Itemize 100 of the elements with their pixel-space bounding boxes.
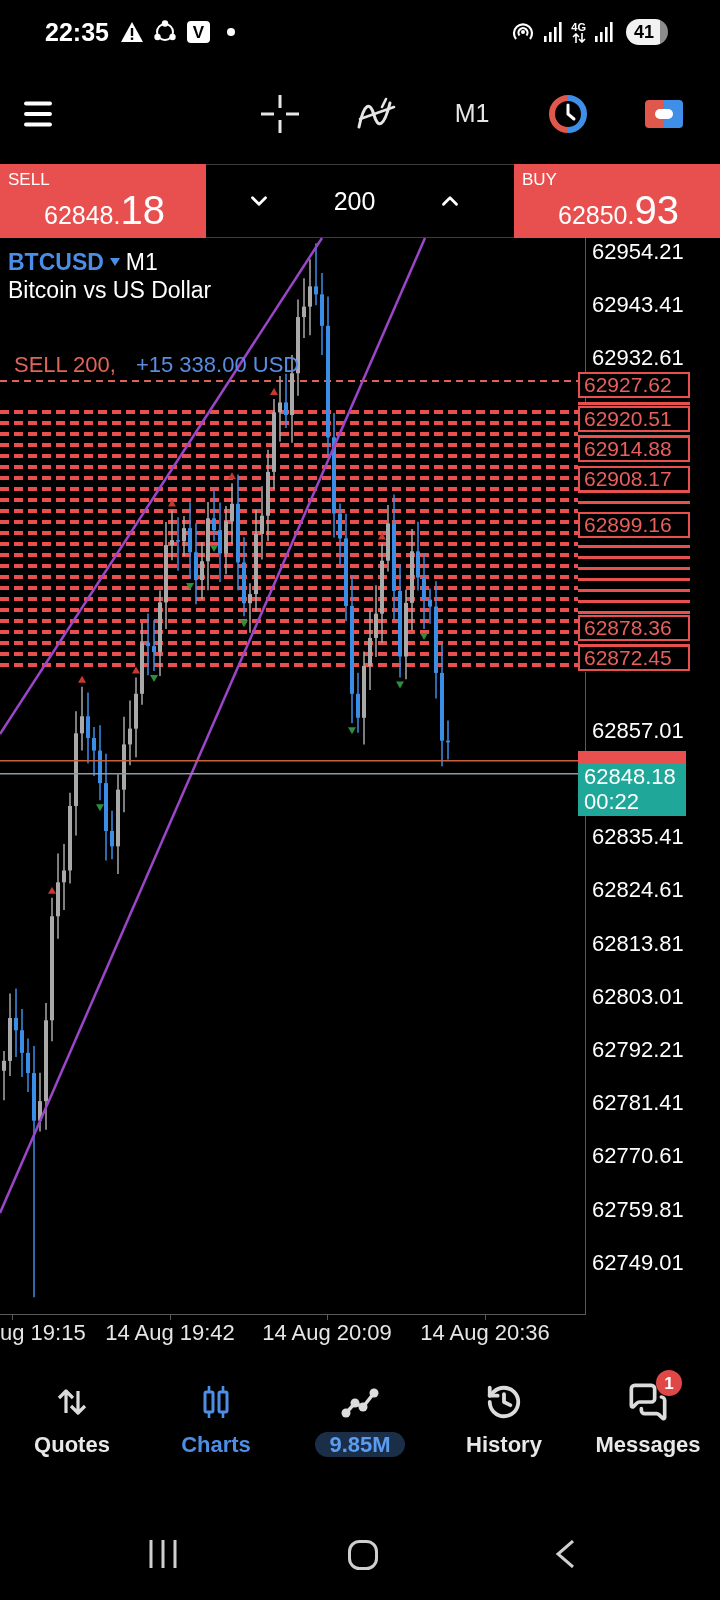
nav-tab[interactable]: Charts xyxy=(144,1366,288,1464)
price-axis-label: 62943.41 xyxy=(592,292,684,319)
down-triangle-marker-icon xyxy=(420,633,428,641)
bid-price: 62848.18 xyxy=(584,764,677,789)
down-triangle-marker-icon xyxy=(96,804,104,812)
nav-tab[interactable]: History xyxy=(432,1366,576,1464)
rising-candle xyxy=(200,541,204,600)
network-type: 4G xyxy=(571,21,586,33)
price-axis-label: 62932.61 xyxy=(592,345,684,372)
price-axis-label: 62813.81 xyxy=(592,930,684,957)
order-price-tag: 62872.45 xyxy=(578,645,690,671)
order-price-tag: 62878.36 xyxy=(578,615,690,641)
rising-candle xyxy=(248,582,252,634)
up-triangle-marker-icon xyxy=(270,388,278,396)
falling-candle xyxy=(92,726,96,777)
price-axis-label: 62954.21 xyxy=(592,239,684,265)
up-triangle-marker-icon xyxy=(168,499,176,507)
price-axis-label: 62824.61 xyxy=(592,877,684,904)
time-axis-label: ug 19:15 xyxy=(0,1320,86,1346)
bar-countdown: 00:22 xyxy=(584,789,641,814)
down-triangle-marker-icon xyxy=(186,583,194,591)
buy-button[interactable]: BUY 62850.93 xyxy=(514,164,720,238)
price-axis-label: 62781.41 xyxy=(592,1090,684,1117)
circular-dots-icon xyxy=(152,20,177,44)
price-axis-label: 62770.61 xyxy=(592,1143,684,1170)
time-axis-label: 14 Aug 20:09 xyxy=(262,1320,392,1346)
falling-candle xyxy=(416,521,420,592)
price-axis-label: 62835.41 xyxy=(592,824,684,851)
down-triangle-marker-icon xyxy=(396,681,404,689)
warning-icon xyxy=(120,22,143,42)
position-label: SELL 200, xyxy=(14,352,116,378)
symbol-selector[interactable]: BTCUSD xyxy=(8,248,120,276)
order-price-tag: 62927.62 xyxy=(578,372,690,398)
symbol-description: Bitcoin vs US Dollar xyxy=(8,276,212,304)
rising-candle xyxy=(224,505,228,576)
falling-candle xyxy=(446,719,450,761)
up-triangle-marker-icon xyxy=(48,886,56,894)
rising-candle xyxy=(2,1050,6,1102)
balance-pill: 9.85M xyxy=(315,1432,405,1457)
falling-candle xyxy=(110,809,114,861)
timeframe-button[interactable]: M1 xyxy=(424,90,520,138)
line-chart-icon xyxy=(341,1386,379,1418)
falling-candle xyxy=(212,489,216,542)
up-triangle-marker-icon xyxy=(228,472,236,480)
up-triangle-marker-icon xyxy=(78,675,86,683)
falling-candle xyxy=(284,372,288,429)
chart-timeframe: M1 xyxy=(125,248,158,276)
falling-candle xyxy=(176,516,180,572)
order-price-tag: 62908.17 xyxy=(578,466,690,492)
nav-tab[interactable]: Quotes xyxy=(0,1366,144,1464)
falling-candle xyxy=(152,619,156,672)
order-price-tag: 62914.88 xyxy=(578,436,690,462)
rising-candle xyxy=(278,375,282,443)
notification-dot-icon xyxy=(226,28,235,36)
back-icon[interactable] xyxy=(555,1540,575,1568)
nav-tab[interactable]: 9.85M xyxy=(288,1366,432,1464)
falling-candle xyxy=(356,671,360,734)
data-arrows-icon xyxy=(571,32,586,43)
volume-field[interactable]: 200 xyxy=(327,184,382,218)
price-axis-label: 62803.01 xyxy=(592,983,684,1010)
down-triangle-marker-icon xyxy=(240,620,248,628)
up-down-arrows-icon xyxy=(56,1386,88,1418)
sell-button[interactable]: SELL 62848.18 xyxy=(0,164,206,238)
candlestick-icon xyxy=(200,1385,232,1419)
app-notification-badge: V xyxy=(186,21,210,43)
down-triangle-marker-icon xyxy=(150,675,158,682)
status-time: 22:35 xyxy=(45,19,109,45)
clock-icon xyxy=(549,95,587,133)
falling-candle xyxy=(14,987,18,1058)
signal-icon xyxy=(595,22,613,42)
rising-candle xyxy=(302,277,306,339)
falling-candle xyxy=(428,587,432,625)
time-axis-label: 14 Aug 20:36 xyxy=(420,1320,550,1346)
falling-candle xyxy=(338,502,342,566)
battery-indicator: 41 xyxy=(626,19,668,45)
recent-apps-icon[interactable] xyxy=(148,1540,178,1568)
caret-icon xyxy=(109,258,120,266)
wave-chart-icon xyxy=(356,97,396,131)
rising-candle xyxy=(386,504,390,573)
falling-candle xyxy=(314,242,318,307)
nav-tab[interactable]: 1 Messages xyxy=(576,1366,720,1464)
falling-candle xyxy=(20,1008,24,1078)
history-icon xyxy=(485,1383,523,1421)
crosshair-icon xyxy=(261,95,299,133)
rising-candle xyxy=(62,843,66,911)
rising-candle xyxy=(80,686,84,752)
up-triangle-marker-icon xyxy=(132,666,140,674)
rising-candle xyxy=(182,515,186,558)
home-icon[interactable] xyxy=(348,1540,378,1570)
down-triangle-marker-icon xyxy=(348,727,356,735)
price-axis-label: 62792.21 xyxy=(592,1037,684,1063)
falling-candle xyxy=(146,612,150,676)
toggle-icon xyxy=(645,100,683,128)
order-price-tag: 62920.51 xyxy=(578,406,690,432)
rising-candle xyxy=(170,509,174,562)
rising-candle xyxy=(128,699,132,767)
rising-candle xyxy=(230,482,234,545)
up-triangle-marker-icon xyxy=(378,532,386,540)
order-price-tag: 62899.16 xyxy=(578,512,690,538)
falling-candle xyxy=(26,1037,30,1093)
